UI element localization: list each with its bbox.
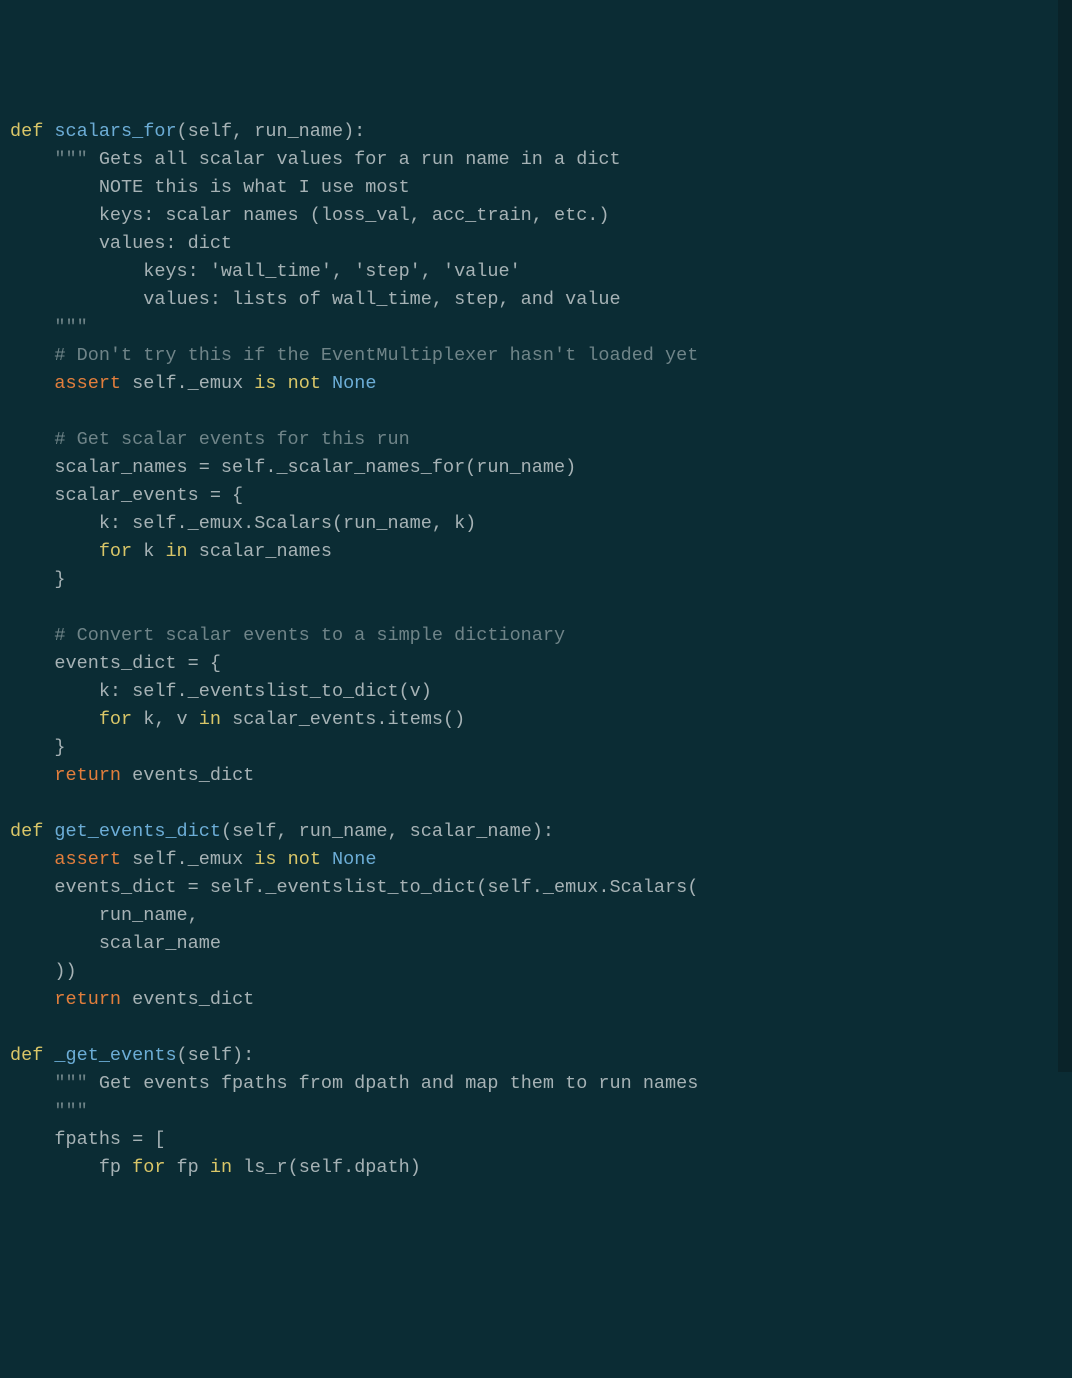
keyword-none: None	[332, 373, 376, 394]
docstring-text: Get events fpaths from dpath and map the…	[88, 1073, 699, 1094]
docstring-text: keys: scalar names (loss_val, acc_train,…	[10, 205, 610, 226]
code-text: scalar_names	[188, 541, 332, 562]
code-text: fp	[165, 1157, 209, 1178]
keyword-def: def	[10, 1045, 43, 1066]
keyword-return: return	[54, 765, 121, 786]
code-text: run_name,	[10, 905, 199, 926]
scrollbar-track[interactable]	[1058, 0, 1072, 1072]
code-editor[interactable]: def scalars_for(self, run_name): """ Get…	[10, 118, 1072, 1182]
function-name: scalars_for	[54, 121, 176, 142]
code-text: events_dict	[121, 765, 254, 786]
docstring-open: """	[54, 149, 87, 170]
params: (self, run_name):	[177, 121, 366, 142]
keyword-not: not	[288, 849, 321, 870]
keyword-def: def	[10, 821, 43, 842]
code-text: }	[10, 569, 66, 590]
keyword-assert: assert	[54, 373, 121, 394]
function-name: _get_events	[54, 1045, 176, 1066]
keyword-for: for	[99, 541, 132, 562]
code-text: scalar_events.items()	[221, 709, 465, 730]
code-text: events_dict = {	[10, 653, 221, 674]
keyword-none: None	[332, 849, 376, 870]
code-text: scalar_names = self._scalar_names_for(ru…	[10, 457, 576, 478]
keyword-not: not	[288, 373, 321, 394]
code-text: scalar_events = {	[10, 485, 243, 506]
code-text: }	[10, 737, 66, 758]
function-name: get_events_dict	[54, 821, 221, 842]
code-text: events_dict	[121, 989, 254, 1010]
comment: # Don't try this if the EventMultiplexer…	[10, 345, 698, 366]
code-indent	[10, 541, 99, 562]
docstring-text: NOTE this is what I use most	[10, 177, 410, 198]
keyword-for: for	[99, 709, 132, 730]
params: (self, run_name, scalar_name):	[221, 821, 554, 842]
keyword-is: is	[254, 849, 276, 870]
code-text: scalar_name	[10, 933, 221, 954]
keyword-is: is	[254, 373, 276, 394]
code-text: self._emux	[121, 373, 254, 394]
code-text: k: self._emux.Scalars(run_name, k)	[10, 513, 476, 534]
keyword-return: return	[54, 989, 121, 1010]
docstring-close: """	[10, 317, 88, 338]
docstring-close: """	[10, 1101, 88, 1122]
code-text: self._emux	[121, 849, 254, 870]
comment: # Convert scalar events to a simple dict…	[10, 625, 565, 646]
code-text: k, v	[132, 709, 199, 730]
code-text: ls_r(self.dpath)	[232, 1157, 421, 1178]
keyword-def: def	[10, 121, 43, 142]
params: (self):	[177, 1045, 255, 1066]
code-indent	[10, 709, 99, 730]
docstring-open: """	[54, 1073, 87, 1094]
keyword-in: in	[165, 541, 187, 562]
docstring-text: values: lists of wall_time, step, and va…	[10, 289, 621, 310]
code-text: k	[132, 541, 165, 562]
code-text: fpaths = [	[10, 1129, 165, 1150]
docstring-text: Gets all scalar values for a run name in…	[88, 149, 621, 170]
keyword-assert: assert	[54, 849, 121, 870]
code-text: events_dict = self._eventslist_to_dict(s…	[10, 877, 698, 898]
docstring-text: values: dict	[10, 233, 232, 254]
code-text: ))	[10, 961, 77, 982]
keyword-in: in	[210, 1157, 232, 1178]
comment: # Get scalar events for this run	[10, 429, 410, 450]
docstring-text: keys: 'wall_time', 'step', 'value'	[10, 261, 521, 282]
keyword-in: in	[199, 709, 221, 730]
keyword-for: for	[132, 1157, 165, 1178]
code-indent: fp	[10, 1157, 132, 1178]
code-text: k: self._eventslist_to_dict(v)	[10, 681, 432, 702]
